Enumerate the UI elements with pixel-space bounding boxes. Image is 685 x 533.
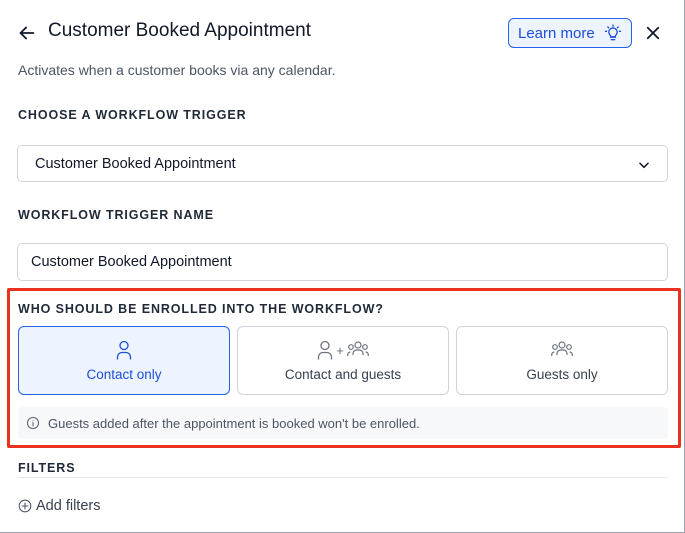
plus-sign: + — [336, 342, 344, 358]
page-title: Customer Booked Appointment — [48, 20, 311, 41]
person-icon — [116, 340, 132, 360]
option-label: Contact only — [86, 367, 162, 382]
group-icon — [551, 341, 573, 356]
lightbulb-icon — [604, 24, 621, 41]
choose-trigger-label: CHOOSE A WORKFLOW TRIGGER — [18, 108, 247, 122]
enrollment-info-note: Guests added after the appointment is bo… — [18, 407, 668, 439]
add-filters-label: Add filters — [36, 498, 101, 514]
learn-more-button[interactable]: Learn more — [508, 18, 632, 48]
option-contact-only[interactable]: Contact only — [18, 326, 230, 395]
trigger-select-value: Customer Booked Appointment — [35, 155, 236, 172]
trigger-name-label: WORKFLOW TRIGGER NAME — [18, 208, 214, 222]
trigger-name-input[interactable] — [17, 243, 668, 281]
group-icon — [346, 341, 369, 356]
info-icon — [26, 416, 40, 430]
add-filters-button[interactable]: Add filters — [18, 498, 100, 514]
option-label: Guests only — [526, 367, 598, 382]
trigger-select[interactable]: Customer Booked Appointment — [17, 145, 668, 182]
option-label: Contact and guests — [284, 367, 402, 382]
close-icon[interactable] — [644, 24, 662, 42]
option-contact-and-guests[interactable]: + Contact and guests — [237, 326, 449, 395]
info-text: Guests added after the appointment is bo… — [48, 415, 420, 431]
chevron-down-icon — [639, 162, 649, 169]
learn-more-label: Learn more — [518, 24, 595, 42]
person-icon — [318, 340, 333, 360]
arrow-left-icon[interactable] — [16, 22, 38, 44]
plus-circle-icon — [18, 499, 32, 513]
workflow-trigger-panel: Customer Booked Appointment Learn more A… — [0, 0, 685, 533]
panel-header: Customer Booked Appointment Learn more — [0, 0, 685, 60]
option-guests-only[interactable]: Guests only — [456, 326, 668, 395]
trigger-description: Activates when a customer books via any … — [18, 62, 336, 78]
enrollment-label: WHO SHOULD BE ENROLLED INTO THE WORKFLOW… — [18, 302, 384, 316]
filters-divider — [18, 458, 668, 478]
